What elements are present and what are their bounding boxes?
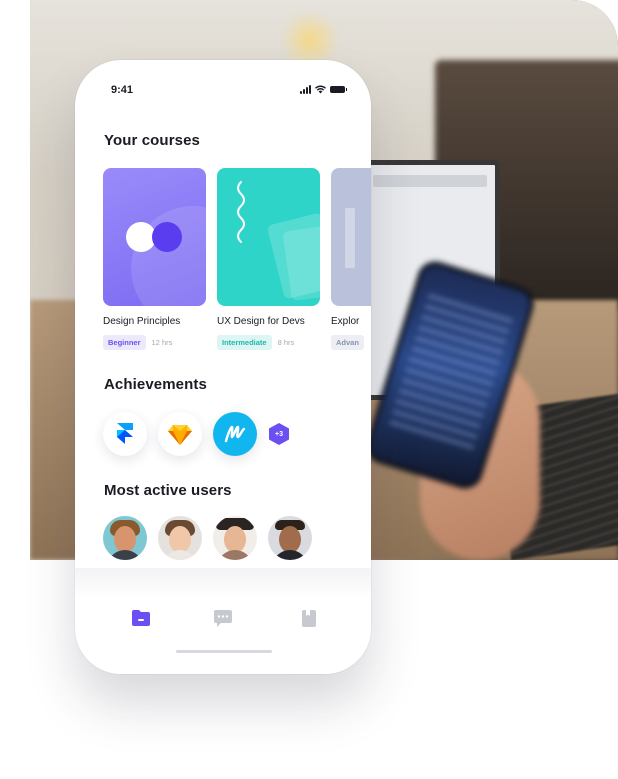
avatar-1[interactable] [103, 516, 147, 560]
course-meta: Beginner 12 hrs [103, 335, 206, 350]
level-badge: Intermediate [217, 335, 272, 350]
framer-icon [117, 423, 133, 444]
level-badge: Advan [331, 335, 364, 350]
course-thumbnail [331, 168, 371, 306]
course-name: Design Principles [103, 316, 181, 327]
course-thumbnail [217, 168, 320, 306]
signal-icon [300, 85, 311, 94]
status-icons [300, 85, 347, 94]
avatar-2[interactable] [158, 516, 202, 560]
course-name: UX Design for Devs [217, 316, 305, 327]
bookmark-icon [302, 609, 316, 627]
chat-icon [214, 609, 232, 627]
course-meta: Intermediate 8 hrs [217, 335, 320, 350]
sketch-icon [168, 424, 192, 445]
wifi-icon [315, 85, 326, 94]
achievement-badge-framer[interactable] [103, 412, 147, 456]
avatar-3[interactable] [213, 516, 257, 560]
tab-courses[interactable] [131, 608, 151, 628]
tab-messages[interactable] [213, 608, 233, 628]
achievement-badge-sketch[interactable] [158, 412, 202, 456]
app-preview-stage: 9:41 Your courses Design Principles Begi… [0, 0, 618, 779]
course-card-design-principles[interactable]: Design Principles Beginner 12 hrs [103, 168, 206, 350]
course-card-ux-design-for-devs[interactable]: UX Design for Devs Intermediate 8 hrs [217, 168, 320, 350]
status-time: 9:41 [111, 84, 134, 96]
course-name: Explor [331, 316, 360, 327]
folder-icon [132, 610, 150, 626]
avatar-4[interactable] [268, 516, 312, 560]
home-indicator[interactable] [176, 650, 272, 653]
course-card-explore[interactable]: Explor Advan [331, 168, 371, 350]
more-achievements-badge[interactable]: +3 [269, 423, 289, 445]
tab-saved[interactable] [299, 608, 319, 628]
status-bar: 9:41 [75, 60, 371, 120]
courses-section-title: Your courses [104, 132, 200, 149]
level-badge: Beginner [103, 335, 146, 350]
achievement-badge-marvel[interactable] [213, 412, 257, 456]
tab-bar [75, 568, 371, 674]
achievements-row: +3 [103, 412, 289, 456]
course-meta: Advan [331, 335, 371, 350]
courses-carousel[interactable]: Design Principles Beginner 12 hrs UX Des… [103, 168, 371, 358]
course-duration: 8 hrs [277, 338, 295, 347]
phone-screen: 9:41 Your courses Design Principles Begi… [75, 60, 371, 674]
course-duration: 12 hrs [151, 338, 173, 347]
course-thumbnail [103, 168, 206, 306]
active-users-row [103, 516, 323, 560]
achievements-section-title: Achievements [104, 376, 207, 393]
users-section-title: Most active users [104, 482, 232, 499]
battery-icon [330, 86, 347, 93]
marvel-icon [224, 425, 246, 443]
